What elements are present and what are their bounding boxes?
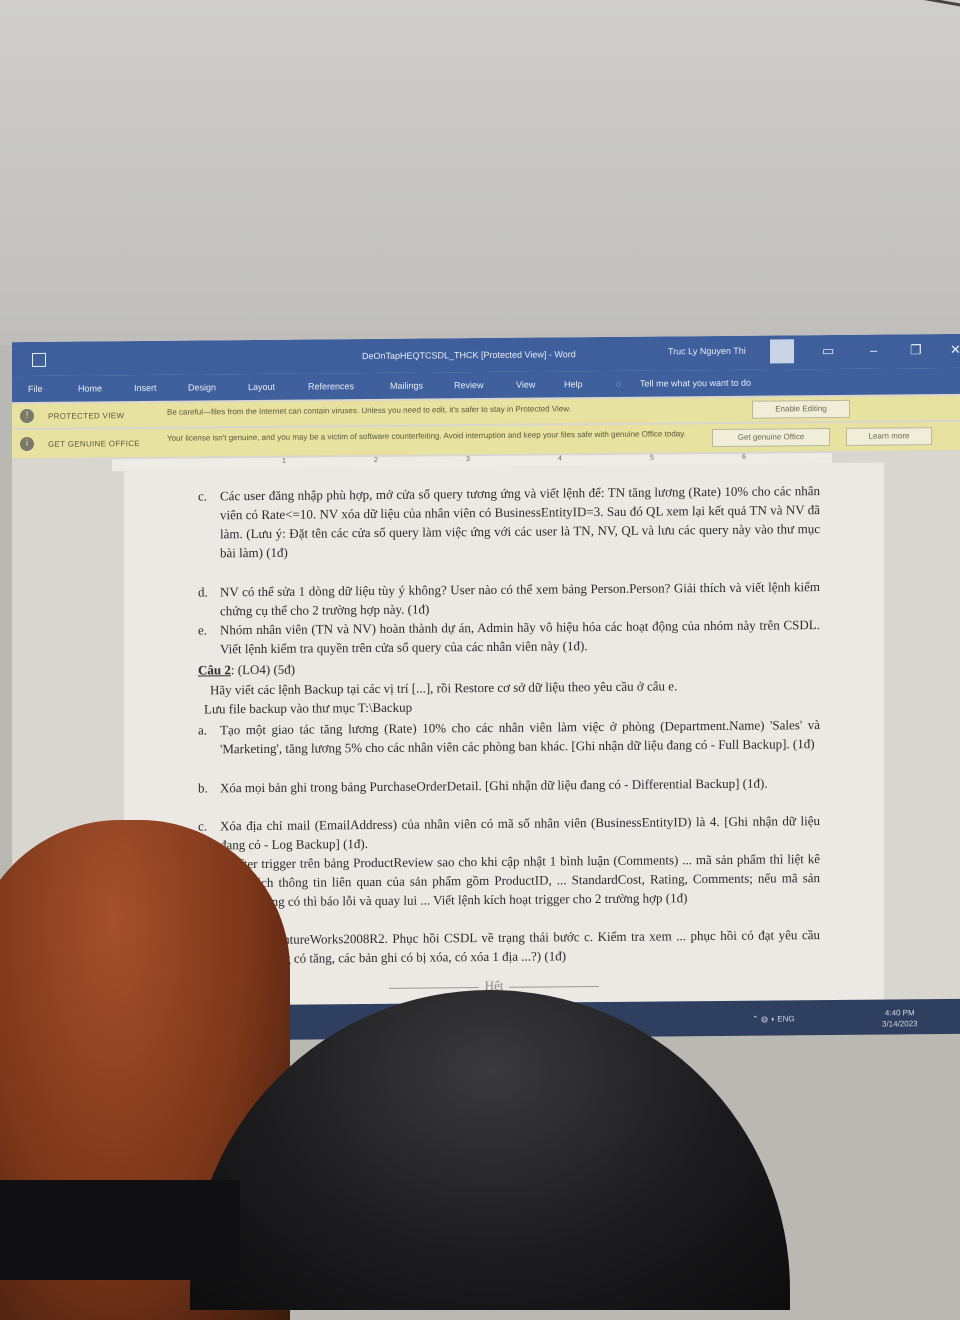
list-item-text: Các user đăng nhập phù hợp, mở cửa sổ qu… (220, 483, 820, 561)
list-marker: d. (198, 584, 208, 600)
list-item-text: NV có thể sửa 1 dòng dữ liệu tùy ý không… (220, 579, 820, 619)
question-tag: : (LO4) (5đ) (230, 661, 296, 678)
list-item-text: ... OL AdventureWorks2008R2. Phục hồi CS… (220, 927, 820, 967)
list-item-text: Nhóm nhân viên (TN và NV) hoàn thành dự … (220, 617, 820, 657)
system-tray[interactable]: ⌃ ◍ ◖ ENG (752, 1014, 795, 1023)
ribbon-display-icon[interactable]: ▭ (822, 343, 834, 359)
close-icon[interactable]: ✕ (950, 342, 960, 358)
tab-design[interactable]: Design (188, 382, 216, 392)
info-icon: i (20, 436, 34, 452)
tab-insert[interactable]: Insert (134, 383, 157, 393)
restore-icon[interactable]: ❐ (910, 342, 922, 358)
list-item-text: ... after trigger trên bảng ProductRevie… (220, 851, 820, 910)
save-icon[interactable] (32, 352, 46, 367)
lightbulb-icon: ◌ (616, 378, 622, 389)
ruler-mark: 1 (282, 457, 286, 465)
tab-view[interactable]: View (516, 380, 535, 390)
question-label: Câu 2 (198, 662, 231, 678)
chevron-up-icon[interactable]: ⌃ (752, 1015, 759, 1024)
learn-more-button[interactable]: Learn more (846, 427, 932, 446)
list-item: c. Các user đăng nhập phù hợp, mở cửa sổ… (198, 481, 820, 560)
list-marker: b. (198, 780, 208, 796)
user-name: Truc Ly Nguyen Thi (668, 345, 746, 357)
list-item: c. Xóa địa chỉ mail (EmailAddress) của n… (198, 811, 820, 852)
avatar[interactable] (770, 339, 794, 364)
question-intro-2: Lưu file backup vào thư mục T:\Backup (204, 699, 413, 717)
shield-icon: ! (20, 408, 34, 424)
list-marker: a. (198, 722, 208, 738)
minimize-icon[interactable]: – (870, 343, 877, 358)
ruler-mark: 4 (558, 455, 562, 463)
list-item: e. ... OL AdventureWorks2008R2. Phục hồi… (198, 925, 820, 966)
get-genuine-office-button[interactable]: Get genuine Office (712, 427, 830, 448)
tab-mailings[interactable]: Mailings (390, 381, 423, 391)
ruler-mark: 5 (650, 454, 654, 462)
question-heading: Câu 2: (LO4) (5đ) (198, 660, 295, 680)
ruler-mark: 2 (374, 456, 378, 464)
wall (0, 0, 960, 345)
tell-me-input[interactable]: Tell me what you want to do (640, 378, 751, 389)
volume-icon[interactable]: ◖ (770, 1014, 775, 1023)
window-title: DeOnTapHEQTCSDL_THCK [Protected View] - … (362, 349, 576, 362)
tab-layout[interactable]: Layout (248, 382, 275, 392)
language-label[interactable]: ENG (777, 1014, 794, 1023)
protected-view-label: PROTECTED VIEW (48, 411, 125, 421)
tab-references[interactable]: References (308, 381, 354, 391)
list-item-text: Xóa địa chỉ mail (EmailAddress) của nhân… (220, 813, 820, 853)
list-item-text: Xóa mọi bản ghi trong bảng PurchaseOrder… (220, 775, 768, 796)
ruler-mark: 3 (466, 456, 470, 464)
ruler-mark: 6 (742, 453, 746, 461)
person-shoulder (0, 1180, 240, 1280)
genuine-office-label: GET GENUINE OFFICE (48, 439, 140, 449)
clock-time: 4:40 PM (884, 1008, 915, 1018)
clock-date: 3/14/2023 (882, 1019, 918, 1029)
tab-file[interactable]: File (28, 384, 43, 394)
clock[interactable]: 4:40 PM 3/14/2023 (882, 1007, 918, 1029)
list-marker: c. (198, 488, 208, 504)
list-item-text: Tạo một giao tác tăng lương (Rate) 10% c… (220, 717, 820, 757)
tab-review[interactable]: Review (454, 380, 484, 390)
tab-help[interactable]: Help (564, 379, 583, 389)
tab-home[interactable]: Home (78, 383, 102, 393)
list-item: b. Xóa mọi bản ghi trong bảng PurchaseOr… (198, 773, 820, 796)
protected-view-message[interactable]: Be careful—files from the Internet can c… (167, 402, 687, 418)
network-icon[interactable]: ◍ (761, 1015, 768, 1024)
list-item: d. NV có thể sửa 1 dòng dữ liệu tùy ý kh… (198, 577, 820, 618)
list-marker: e. (198, 622, 208, 638)
enable-editing-button[interactable]: Enable Editing (752, 399, 850, 419)
genuine-office-message: Your license isn't genuine, and you may … (167, 429, 686, 443)
